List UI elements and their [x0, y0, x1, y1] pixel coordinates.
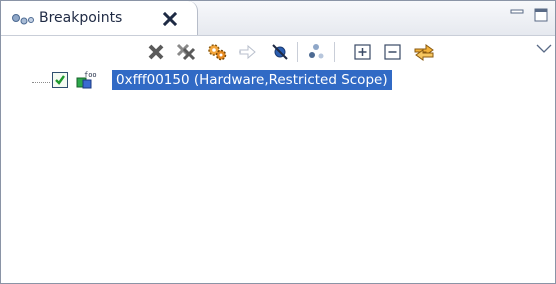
breakpoints-view: Breakpoints foo 0xfff00150 (Hardware,Res… — [0, 0, 556, 284]
expand-all-icon[interactable] — [352, 41, 374, 63]
toolbar-separator — [297, 42, 298, 62]
tab-breakpoints[interactable]: Breakpoints — [1, 1, 198, 35]
minimize-icon[interactable] — [509, 7, 525, 23]
toolbar-separator — [334, 42, 335, 62]
arrow-right-icon[interactable] — [237, 41, 259, 63]
tree-connector — [32, 82, 50, 83]
remove-all-icon[interactable] — [175, 41, 197, 63]
collapse-all-icon[interactable] — [382, 41, 404, 63]
chevron-down-icon[interactable] — [533, 39, 555, 61]
close-icon[interactable] — [162, 11, 178, 27]
group-icon[interactable] — [305, 41, 327, 63]
maximize-icon[interactable] — [533, 7, 549, 23]
breakpoints-tree: foo 0xfff00150 (Hardware,Restricted Scop… — [1, 67, 555, 283]
gears-icon[interactable] — [206, 41, 228, 63]
breakpoint-row[interactable]: foo 0xfff00150 (Hardware,Restricted Scop… — [1, 70, 501, 90]
svg-text:foo: foo — [84, 71, 97, 79]
remove-icon[interactable] — [145, 41, 167, 63]
hardware-breakpoint-icon: foo — [75, 70, 99, 90]
view-tab-bar: Breakpoints — [1, 1, 555, 36]
view-title: Breakpoints — [39, 10, 123, 26]
breakpoint-enabled-checkbox[interactable] — [52, 72, 68, 88]
breakpoints-view-icon — [11, 11, 35, 25]
view-toolbar — [1, 36, 555, 67]
link-icon[interactable] — [413, 41, 435, 63]
breakpoint-label[interactable]: 0xfff00150 (Hardware,Restricted Scope) — [112, 70, 392, 90]
skip-breakpoints-icon[interactable] — [269, 41, 291, 63]
